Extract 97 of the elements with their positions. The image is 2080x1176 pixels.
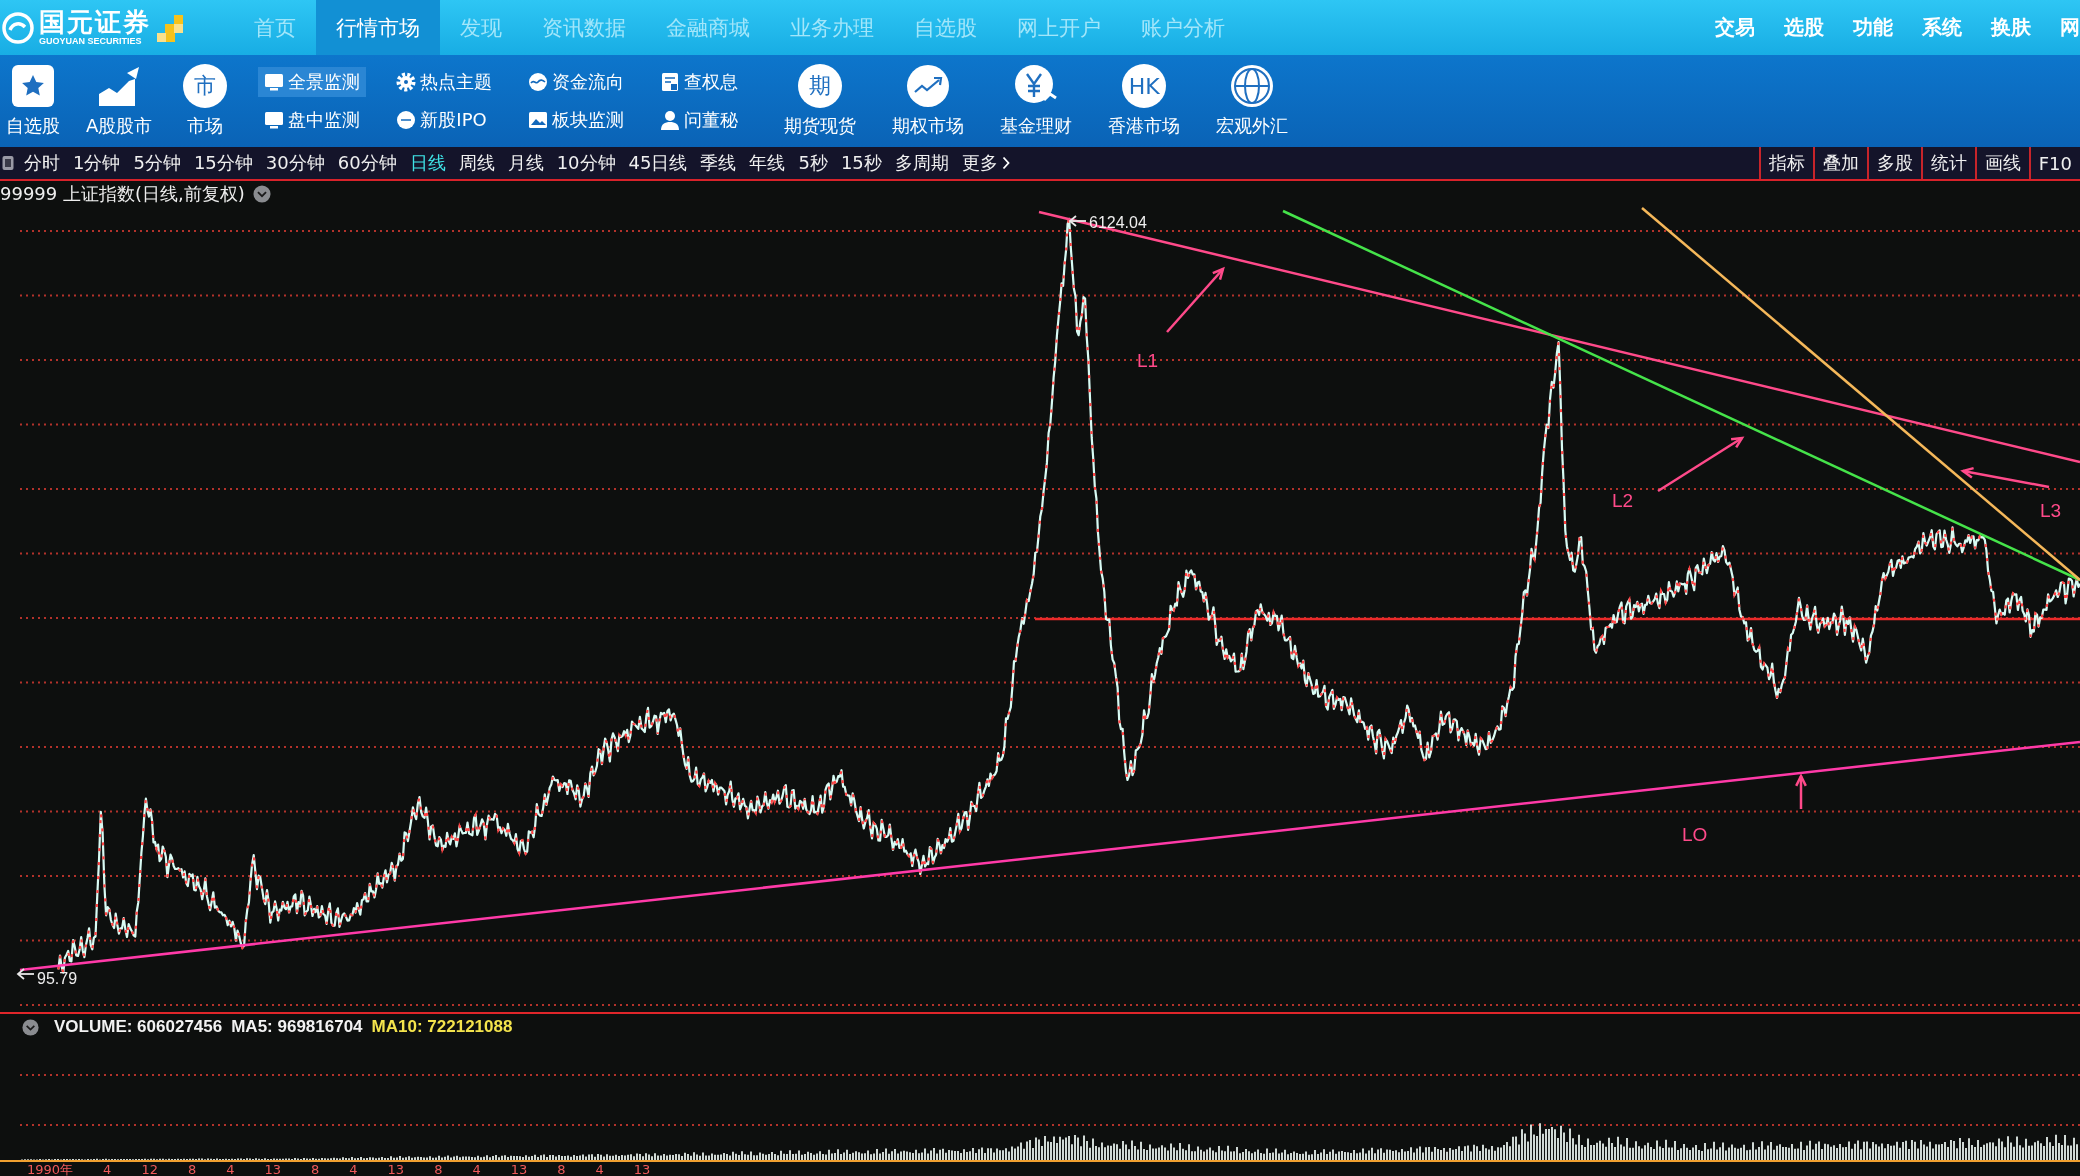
- period-tab[interactable]: 1分钟: [73, 151, 121, 175]
- period-tab[interactable]: 季线: [700, 151, 737, 175]
- trend-line[interactable]: [1282, 209, 2080, 582]
- trend-line-label: L2: [1612, 490, 1634, 511]
- area-chart-icon: [97, 64, 142, 108]
- logo-subtitle: GUOYUAN SECURITIES: [39, 37, 143, 46]
- toolbar-button[interactable]: 期权市场: [886, 64, 971, 138]
- period-tab[interactable]: 10分钟: [556, 151, 616, 175]
- star-tile-icon: [11, 64, 55, 108]
- more-button[interactable]: 更多: [961, 151, 1010, 175]
- period-tab[interactable]: 15秒: [840, 151, 882, 175]
- trend-line-label: L3: [2040, 500, 2062, 521]
- toolbar-link[interactable]: 新股IPO: [390, 105, 499, 135]
- axis-label: 8: [187, 1162, 197, 1176]
- axis-label: 4: [226, 1162, 235, 1176]
- document-icon: [660, 72, 681, 92]
- toolbar-link[interactable]: 热点主题: [390, 67, 499, 97]
- toolbar-button[interactable]: 市 市场: [176, 64, 235, 138]
- toolbar-link[interactable]: 盘中监测: [258, 105, 367, 135]
- period-tab[interactable]: 日线: [409, 151, 446, 175]
- toolbar-link[interactable]: 板块监测: [522, 105, 631, 135]
- chart-tool-button[interactable]: 叠加: [1812, 147, 1867, 179]
- gear-icon: [396, 72, 417, 92]
- toolbar-button[interactable]: A股股市: [86, 64, 153, 138]
- glyph-disc: 期: [798, 64, 843, 108]
- chevron-right-icon: [1001, 156, 1010, 170]
- chart-title: 99999 上证指数(日线,前复权): [0, 182, 245, 206]
- axis-label: 4: [595, 1162, 604, 1176]
- square-blocks-icon: [156, 12, 186, 43]
- person-icon: [660, 110, 681, 130]
- volume-indicator: MA10: 722121088: [371, 1017, 513, 1037]
- arrow-icon: [1795, 773, 1807, 809]
- high-price-label: 6124.04: [1089, 214, 1147, 231]
- chart-tool-button[interactable]: 指标: [1758, 147, 1813, 179]
- chart-tool-button[interactable]: F10: [2028, 147, 2080, 179]
- low-price-label: 95.79: [37, 970, 78, 987]
- arrow-icon: [1068, 215, 1087, 227]
- axis-label: 8: [434, 1162, 443, 1176]
- period-tab[interactable]: 45日线: [628, 151, 688, 175]
- ring-logo-icon: [2, 11, 34, 44]
- trend-line[interactable]: [19, 740, 2080, 972]
- wave-circle-icon: [528, 72, 549, 92]
- picture-icon: [528, 110, 549, 130]
- volume-indicator: VOLUME: 606027456: [54, 1017, 223, 1037]
- axis-label: 4: [472, 1162, 481, 1176]
- axis-label: 8: [311, 1162, 320, 1176]
- chevron-down-icon[interactable]: [22, 1018, 39, 1036]
- axis-label: 4: [103, 1162, 112, 1176]
- period-tab[interactable]: 年线: [749, 151, 786, 175]
- period-tab[interactable]: 15分钟: [193, 151, 253, 175]
- toolbar-link[interactable]: 查权息: [654, 67, 745, 97]
- globe-icon: [1230, 64, 1275, 108]
- trend-line[interactable]: [1641, 207, 2080, 581]
- panel-toggle-icon: [2, 155, 14, 171]
- axis-label: 13: [387, 1162, 405, 1176]
- monitor-icon: [264, 110, 285, 130]
- arrow-icon: [1657, 436, 1745, 493]
- axis-label: 13: [633, 1162, 651, 1176]
- chart-tool-button[interactable]: 多股: [1866, 147, 1921, 179]
- arrow-icon: [16, 968, 35, 980]
- toolbar-link[interactable]: 问董秘: [654, 105, 745, 135]
- arrow-icon: [1960, 466, 2050, 489]
- period-tab[interactable]: 分时: [24, 151, 60, 175]
- period-tab[interactable]: 30分钟: [265, 151, 325, 175]
- chevron-down-icon[interactable]: [252, 185, 271, 203]
- axis-label: 1990年: [27, 1162, 74, 1176]
- period-tab[interactable]: 60分钟: [337, 151, 397, 175]
- axis-label: 13: [264, 1162, 282, 1176]
- toolbar-button[interactable]: 宏观外汇: [1210, 64, 1295, 138]
- toolbar-link[interactable]: 全景监测: [258, 67, 367, 97]
- axis-label: 4: [349, 1162, 358, 1176]
- period-tab[interactable]: 5分钟: [133, 151, 181, 175]
- trend-line-label: LO: [1682, 824, 1708, 845]
- toolbar-link[interactable]: 资金流向: [522, 67, 631, 97]
- nav-tab[interactable]: 行情市场: [316, 0, 440, 55]
- trend-line[interactable]: [1038, 210, 2080, 464]
- period-tab[interactable]: 多周期: [894, 151, 949, 175]
- period-tab[interactable]: 周线: [458, 151, 495, 175]
- minus-circle-icon: [396, 110, 417, 130]
- volume-indicator: MA5: 969816704: [231, 1017, 363, 1037]
- chart-tool-button[interactable]: 画线: [1974, 147, 2029, 179]
- toolbar-button[interactable]: 期 期货现货: [778, 64, 863, 138]
- glyph-disc: 市: [183, 64, 228, 108]
- toolbar-button[interactable]: 自选股: [4, 64, 62, 138]
- trend-line-label: L1: [1137, 350, 1159, 371]
- logo-name: 国元证券: [39, 9, 151, 35]
- axis-label: 13: [510, 1162, 528, 1176]
- monitor-icon: [264, 72, 285, 92]
- toolbar-button[interactable]: HK 香港市场: [1102, 64, 1187, 138]
- axis-label: 8: [557, 1162, 566, 1176]
- toolbar-button[interactable]: 基金理财: [994, 64, 1079, 138]
- arrow-icon: [1166, 266, 1225, 333]
- axis-label: 12: [141, 1162, 158, 1176]
- period-tab[interactable]: 5秒: [798, 151, 828, 175]
- period-tab[interactable]: 月线: [507, 151, 544, 175]
- chart-tool-button[interactable]: 统计: [1920, 147, 1975, 179]
- glyph-disc: HK: [1122, 64, 1167, 108]
